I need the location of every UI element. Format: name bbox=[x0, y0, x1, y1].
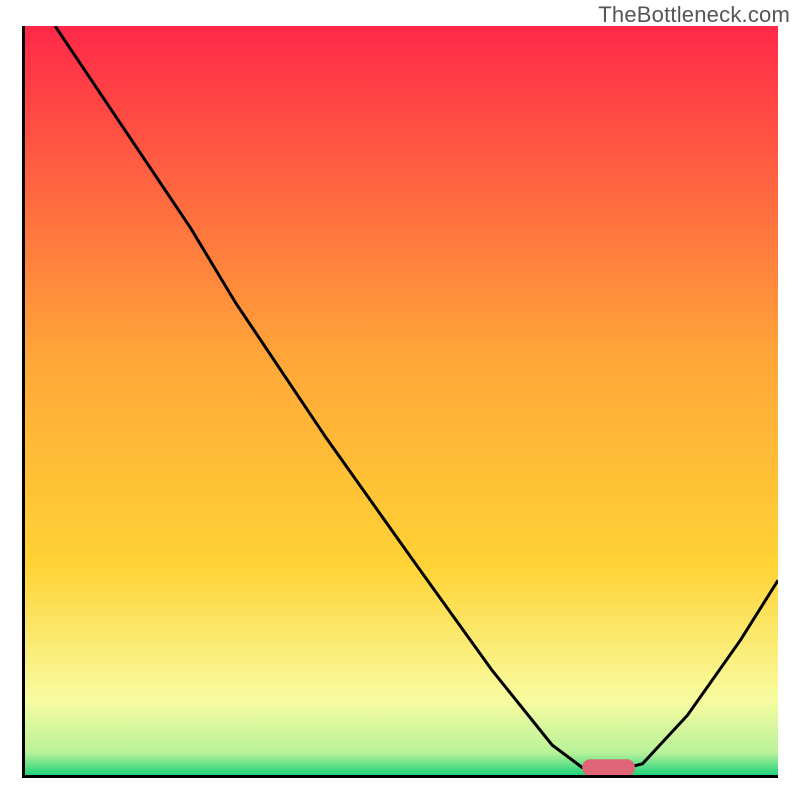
chart-plot-area bbox=[22, 26, 778, 778]
watermark-text: TheBottleneck.com bbox=[598, 2, 790, 28]
gradient-background bbox=[25, 26, 778, 775]
optimal-zone-marker bbox=[582, 759, 635, 775]
bottleneck-chart bbox=[25, 26, 778, 775]
